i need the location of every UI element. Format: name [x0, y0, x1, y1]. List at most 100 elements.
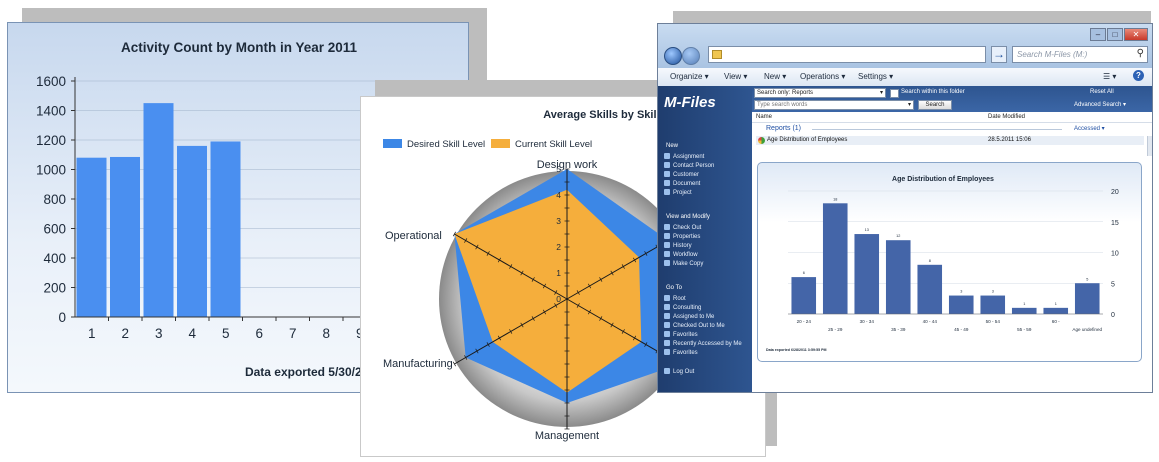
list-item-date: 28.5.2011 15:06 — [988, 137, 1031, 143]
views-icon[interactable]: ☰ ▾ — [1103, 72, 1116, 81]
data-label: 18 — [833, 197, 837, 201]
item-icon — [664, 368, 670, 374]
operations-menu[interactable]: Operations ▾ — [800, 72, 845, 81]
y-tick-label: 5 — [1111, 281, 1115, 288]
advanced-search-link[interactable]: Advanced Search ▾ — [1074, 101, 1126, 108]
item-icon — [664, 224, 670, 230]
forward-arrow-icon[interactable] — [682, 47, 700, 65]
maximize-button[interactable]: □ — [1107, 28, 1123, 41]
item-icon — [664, 322, 670, 328]
bar — [948, 295, 974, 314]
sidebar-item-assigned-to-me[interactable]: Assigned to Me — [664, 313, 714, 321]
help-icon[interactable]: ? — [1133, 70, 1144, 81]
item-icon — [664, 295, 670, 301]
search-bar: Search only: Reports ▾ Search within this… — [752, 86, 1152, 112]
sidebar-item-assignment[interactable]: Assignment — [664, 153, 704, 161]
sidebar-item-check-out[interactable]: Check Out — [664, 224, 701, 232]
item-icon — [664, 331, 670, 337]
y-tick-label: 10 — [1111, 251, 1119, 258]
radar-scale-label: 3 — [556, 216, 561, 226]
bar — [210, 141, 241, 317]
accessed-group-button[interactable]: Accessed ▾ — [1074, 125, 1105, 132]
column-name-header[interactable]: Name — [756, 114, 772, 120]
list-header: Name Date Modified — [752, 112, 1152, 123]
x-tick-label: Age undefined — [1072, 327, 1102, 332]
column-date-header[interactable]: Date Modified — [988, 114, 1025, 120]
bar — [791, 277, 817, 314]
radar-scale-label: 4 — [556, 190, 561, 200]
data-label: 1 — [1055, 302, 1057, 306]
bar — [854, 234, 880, 314]
toolbar: Organize ▾ View ▾ New ▾ Operations ▾ Set… — [658, 68, 1152, 87]
sidebar-item-root[interactable]: Root — [664, 295, 686, 303]
x-tick-label: 5 — [222, 326, 230, 341]
item-icon — [664, 153, 670, 159]
legend-swatch-desired — [383, 139, 402, 148]
search-within-label: Search within this folder — [901, 89, 965, 95]
group-header-reports[interactable]: Reports (1) — [766, 125, 801, 132]
legend-desired: Desired Skill Level — [407, 139, 485, 150]
list-item[interactable]: Age Distribution of Employees 28.5.2011 … — [756, 136, 1144, 145]
search-within-checkbox[interactable] — [890, 89, 899, 98]
item-icon — [664, 233, 670, 239]
search-words-input[interactable]: Type search words ▾ — [754, 100, 914, 110]
minimize-button[interactable]: – — [1090, 28, 1106, 41]
x-tick-label: 40 - 44 — [923, 319, 938, 324]
sidebar-item-favorites[interactable]: Favorites — [664, 349, 698, 357]
y-tick-label: 200 — [43, 281, 66, 296]
sidebar-item-favorites[interactable]: Favorites — [664, 331, 698, 339]
sidebar-item-history[interactable]: History — [664, 242, 692, 250]
x-tick-label: 30 - 34 — [860, 319, 875, 324]
search-icon[interactable]: ⚲ — [1137, 48, 1144, 59]
settings-menu[interactable]: Settings ▾ — [858, 72, 893, 81]
data-label: 8 — [929, 259, 931, 263]
sidebar-item-consulting[interactable]: Consulting — [664, 304, 701, 312]
search-input[interactable]: Search M-Files (M:) ⚲ — [1012, 46, 1148, 63]
close-button[interactable]: ✕ — [1124, 28, 1148, 41]
search-button[interactable]: Search — [918, 100, 952, 110]
y-tick-label: 1000 — [36, 163, 66, 178]
sidebar-item-project[interactable]: Project — [664, 189, 692, 197]
search-scope-select[interactable]: Search only: Reports ▾ — [754, 88, 886, 98]
axis-label-manufacturing: Manufacturing — [383, 358, 453, 370]
sidebar-item-recently-accessed-by-me[interactable]: Recently Accessed by Me — [664, 340, 742, 348]
sidebar-item-workflow[interactable]: Workflow — [664, 251, 698, 259]
sidebar-item-document[interactable]: Document — [664, 180, 700, 188]
report-chart-title: Age Distribution of Employees — [892, 176, 994, 183]
bar — [1043, 307, 1069, 314]
go-arrow-button[interactable]: → — [991, 46, 1007, 63]
radar-scale-label: 2 — [556, 242, 561, 252]
item-icon — [664, 304, 670, 310]
y-tick-label: 0 — [58, 310, 66, 325]
bar — [177, 145, 207, 317]
sidebar-item-make-copy[interactable]: Make Copy — [664, 260, 703, 268]
y-tick-label: 1200 — [36, 133, 66, 148]
y-tick-label: 20 — [1111, 189, 1119, 196]
x-tick-label: 45 - 49 — [954, 327, 969, 332]
item-icon — [664, 242, 670, 248]
scrollbar[interactable] — [1147, 136, 1152, 156]
x-tick-label: 20 - 24 — [797, 319, 812, 324]
mfiles-logo: M-Files — [664, 94, 716, 111]
y-tick-label: 1400 — [36, 104, 66, 119]
radar-scale-label: 0 — [556, 294, 561, 304]
reset-all-button[interactable]: Reset All — [1090, 89, 1114, 95]
organize-menu[interactable]: Organize ▾ — [670, 72, 709, 81]
sidebar-item-checked-out-to-me[interactable]: Checked Out to Me — [664, 322, 725, 330]
report-icon — [758, 137, 765, 144]
sidebar-item-properties[interactable]: Properties — [664, 233, 700, 241]
x-tick-label: 3 — [155, 326, 163, 341]
x-tick-label: 7 — [289, 326, 297, 341]
back-arrow-icon[interactable] — [664, 47, 682, 65]
bar — [822, 203, 848, 314]
view-menu[interactable]: View ▾ — [724, 72, 747, 81]
y-tick-label: 1600 — [36, 74, 66, 89]
sidebar-item-contact-person[interactable]: Contact Person — [664, 162, 714, 170]
sidebar-item-customer[interactable]: Customer — [664, 171, 699, 179]
new-menu[interactable]: New ▾ — [764, 72, 786, 81]
address-bar[interactable] — [708, 46, 986, 63]
section-view-modify: View and Modify — [666, 214, 710, 220]
sidebar-item-log-out[interactable]: Log Out — [664, 368, 694, 376]
folder-icon — [712, 50, 722, 59]
item-icon — [664, 260, 670, 266]
